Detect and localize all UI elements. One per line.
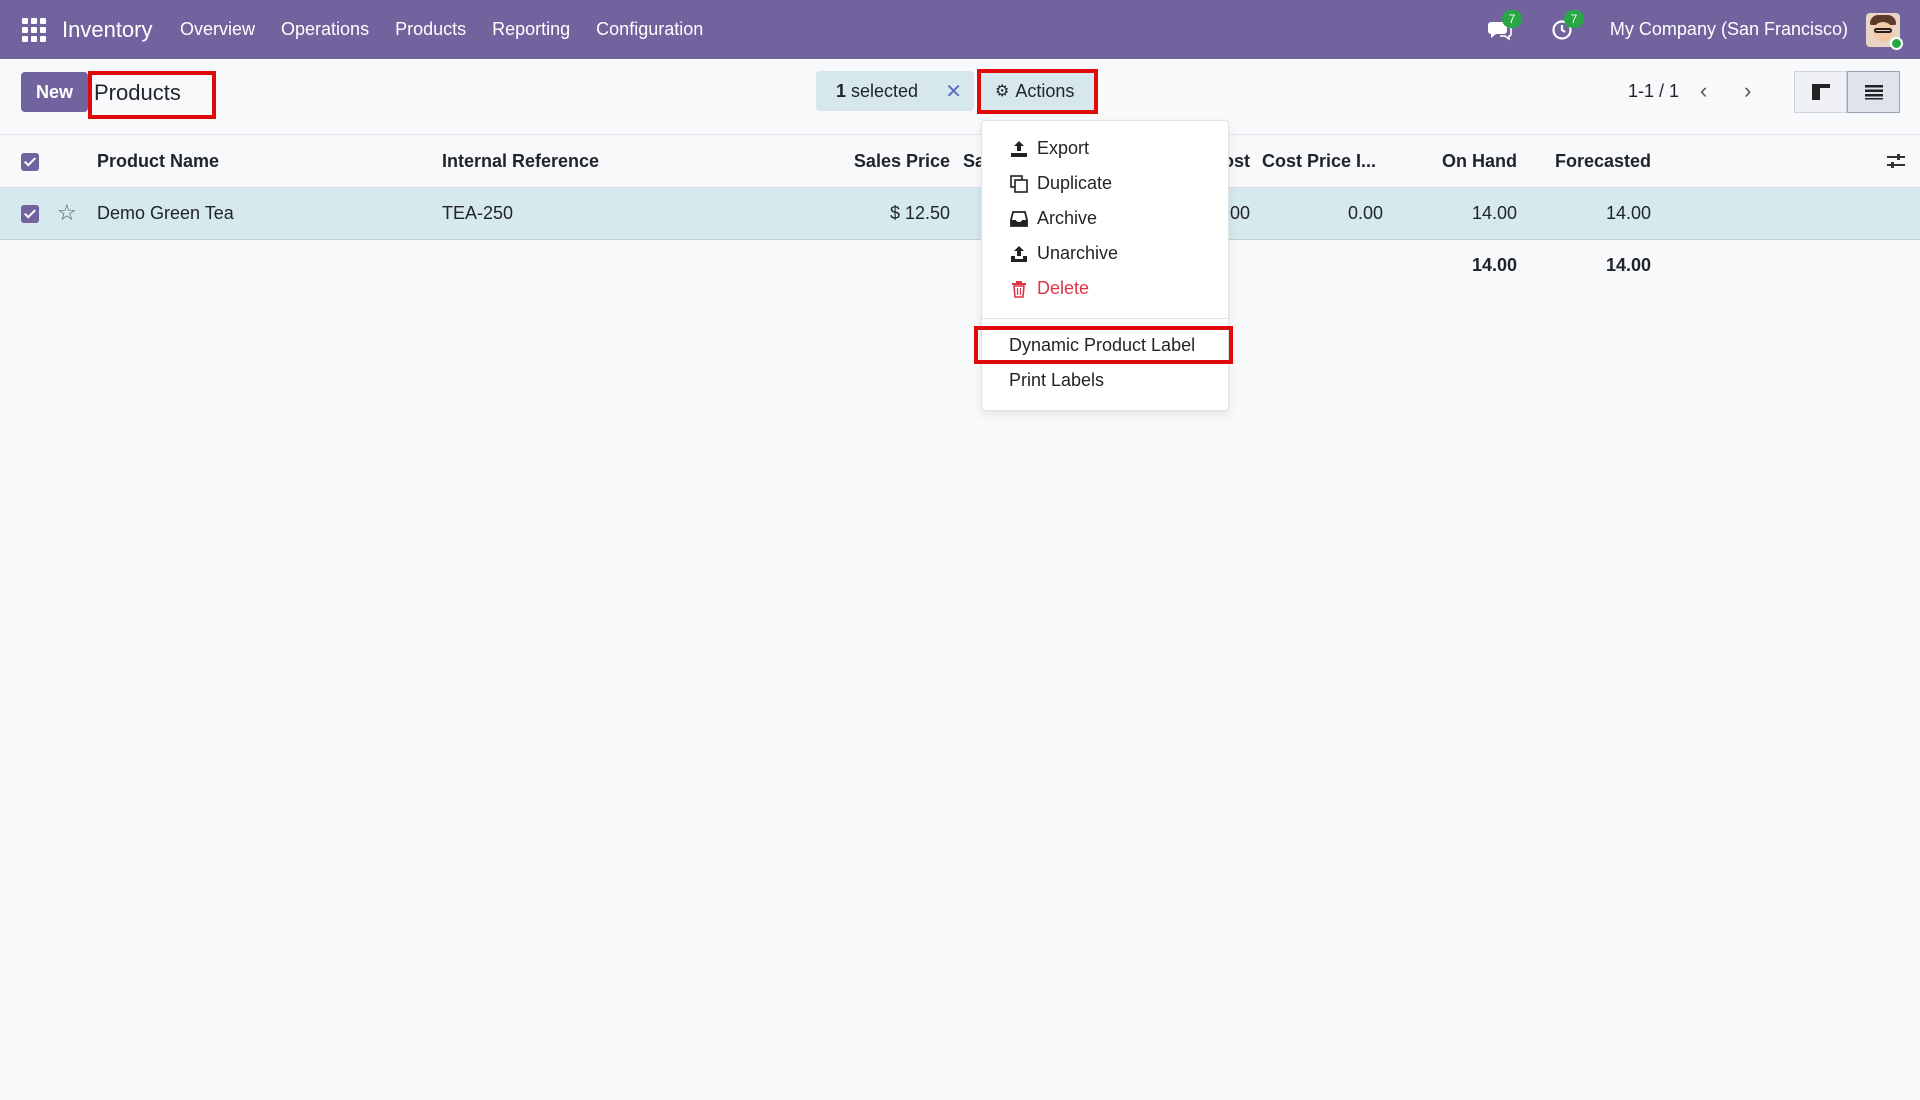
menu-products[interactable]: Products <box>395 19 466 40</box>
sliders-icon <box>1887 154 1905 168</box>
kanban-view-button[interactable] <box>1794 71 1847 113</box>
cell-product-name: Demo Green Tea <box>97 203 234 223</box>
header-internal-reference[interactable]: Internal Reference <box>442 151 599 172</box>
app-brand[interactable]: Inventory <box>62 17 153 43</box>
menu-item-duplicate-label: Duplicate <box>1037 173 1113 193</box>
activities-badge: 7 <box>1563 9 1584 28</box>
control-panel: New Products 1 selected ✕ ⚙ Actions 1-1 … <box>0 59 1920 135</box>
menu-item-unarchive-label: Unarchive <box>1037 243 1119 263</box>
menu-item-archive-label: Archive <box>1037 208 1098 228</box>
actions-dropdown-menu: Export Duplicate Archive Unarchive Delet… <box>981 120 1229 411</box>
menu-reporting[interactable]: Reporting <box>492 19 570 40</box>
menu-item-delete[interactable]: Delete <box>1009 278 1089 299</box>
menu-item-archive[interactable]: Archive <box>1009 208 1097 229</box>
favorite-star-icon[interactable]: ☆ <box>57 200 77 226</box>
menu-item-duplicate[interactable]: Duplicate <box>1009 173 1112 194</box>
header-sales-price[interactable]: Sales Price <box>854 151 950 172</box>
selection-indicator: 1 selected ✕ <box>816 71 974 111</box>
row-checkbox[interactable] <box>21 205 39 223</box>
table-row[interactable]: ☆ Demo Green Tea TEA-250 $ 12.50 00 0.00… <box>0 188 1920 240</box>
pager-previous-icon[interactable]: ‹ <box>1700 78 1707 104</box>
optional-columns-toggle[interactable] <box>1886 152 1906 175</box>
cell-cost-price: 0.00 <box>1347 203 1383 223</box>
apps-menu-icon[interactable] <box>22 18 46 42</box>
header-forecasted[interactable]: Forecasted <box>1555 151 1651 172</box>
cell-cost-partial: 00 <box>1229 203 1250 223</box>
list-view-button[interactable] <box>1847 71 1900 113</box>
menu-item-export[interactable]: Export <box>1009 138 1089 159</box>
cell-sales-price: $ 12.50 <box>889 203 950 223</box>
pager-value[interactable]: 1-1 / 1 <box>1628 81 1679 102</box>
menu-item-dynamic-product-label-text: Dynamic Product Label <box>1009 335 1196 355</box>
messages-button[interactable]: 7 <box>1486 9 1522 44</box>
table-header: Product Name Internal Reference Sales Pr… <box>0 136 1920 188</box>
unarchive-icon <box>1009 244 1029 264</box>
header-cost-price[interactable]: Cost Price I... <box>1262 151 1376 172</box>
kanban-icon <box>1811 84 1830 100</box>
cell-forecasted: 14.00 <box>1605 203 1651 223</box>
menu-item-delete-label: Delete <box>1037 278 1090 298</box>
menu-divider <box>982 318 1228 319</box>
inbox-icon <box>1009 209 1029 229</box>
products-list: Product Name Internal Reference Sales Pr… <box>0 136 1920 292</box>
pager-next-icon[interactable]: › <box>1744 78 1751 104</box>
header-on-hand[interactable]: On Hand <box>1442 151 1517 172</box>
clear-selection-icon[interactable]: ✕ <box>945 79 962 104</box>
selected-count: 1 <box>836 80 847 101</box>
header-product-name[interactable]: Product Name <box>97 151 219 172</box>
menu-item-print-labels[interactable]: Print Labels <box>1009 370 1104 391</box>
messages-badge: 7 <box>1501 9 1522 28</box>
trash-icon <box>1009 279 1029 299</box>
total-on-hand: 14.00 <box>1471 255 1517 275</box>
menu-item-dynamic-product-label[interactable]: Dynamic Product Label <box>1009 335 1195 356</box>
menu-operations[interactable]: Operations <box>281 19 369 40</box>
menu-item-export-label: Export <box>1037 138 1090 158</box>
main-menu: Overview Operations Products Reporting C… <box>180 19 729 40</box>
menu-item-unarchive[interactable]: Unarchive <box>1009 243 1118 264</box>
cell-on-hand: 14.00 <box>1471 203 1517 223</box>
list-icon <box>1864 85 1883 100</box>
systray: 7 7 My Company (San Francisco) <box>1486 0 1903 59</box>
menu-configuration[interactable]: Configuration <box>596 19 703 40</box>
activities-button[interactable]: 7 <box>1548 9 1584 44</box>
new-button[interactable]: New <box>21 72 88 112</box>
upload-icon <box>1009 139 1029 159</box>
company-switcher[interactable]: My Company (San Francisco) <box>1610 19 1848 40</box>
copy-icon <box>1009 174 1029 194</box>
actions-label: Actions <box>1015 80 1075 101</box>
cell-internal-reference: TEA-250 <box>442 203 514 223</box>
actions-button[interactable]: ⚙ Actions <box>979 71 1096 111</box>
menu-overview[interactable]: Overview <box>180 19 255 40</box>
online-status-icon <box>1890 36 1903 50</box>
page-title: Products <box>94 80 181 105</box>
total-forecasted: 14.00 <box>1605 255 1651 275</box>
selected-label: selected <box>851 80 919 101</box>
table-footer-totals: 14.00 14.00 <box>0 240 1920 292</box>
user-avatar[interactable] <box>1866 12 1903 50</box>
menu-item-print-labels-text: Print Labels <box>1009 370 1105 390</box>
top-navbar: Inventory Overview Operations Products R… <box>0 0 1920 59</box>
gear-icon: ⚙ <box>995 83 1010 100</box>
view-switcher <box>1794 71 1900 113</box>
select-all-checkbox[interactable] <box>21 153 39 171</box>
